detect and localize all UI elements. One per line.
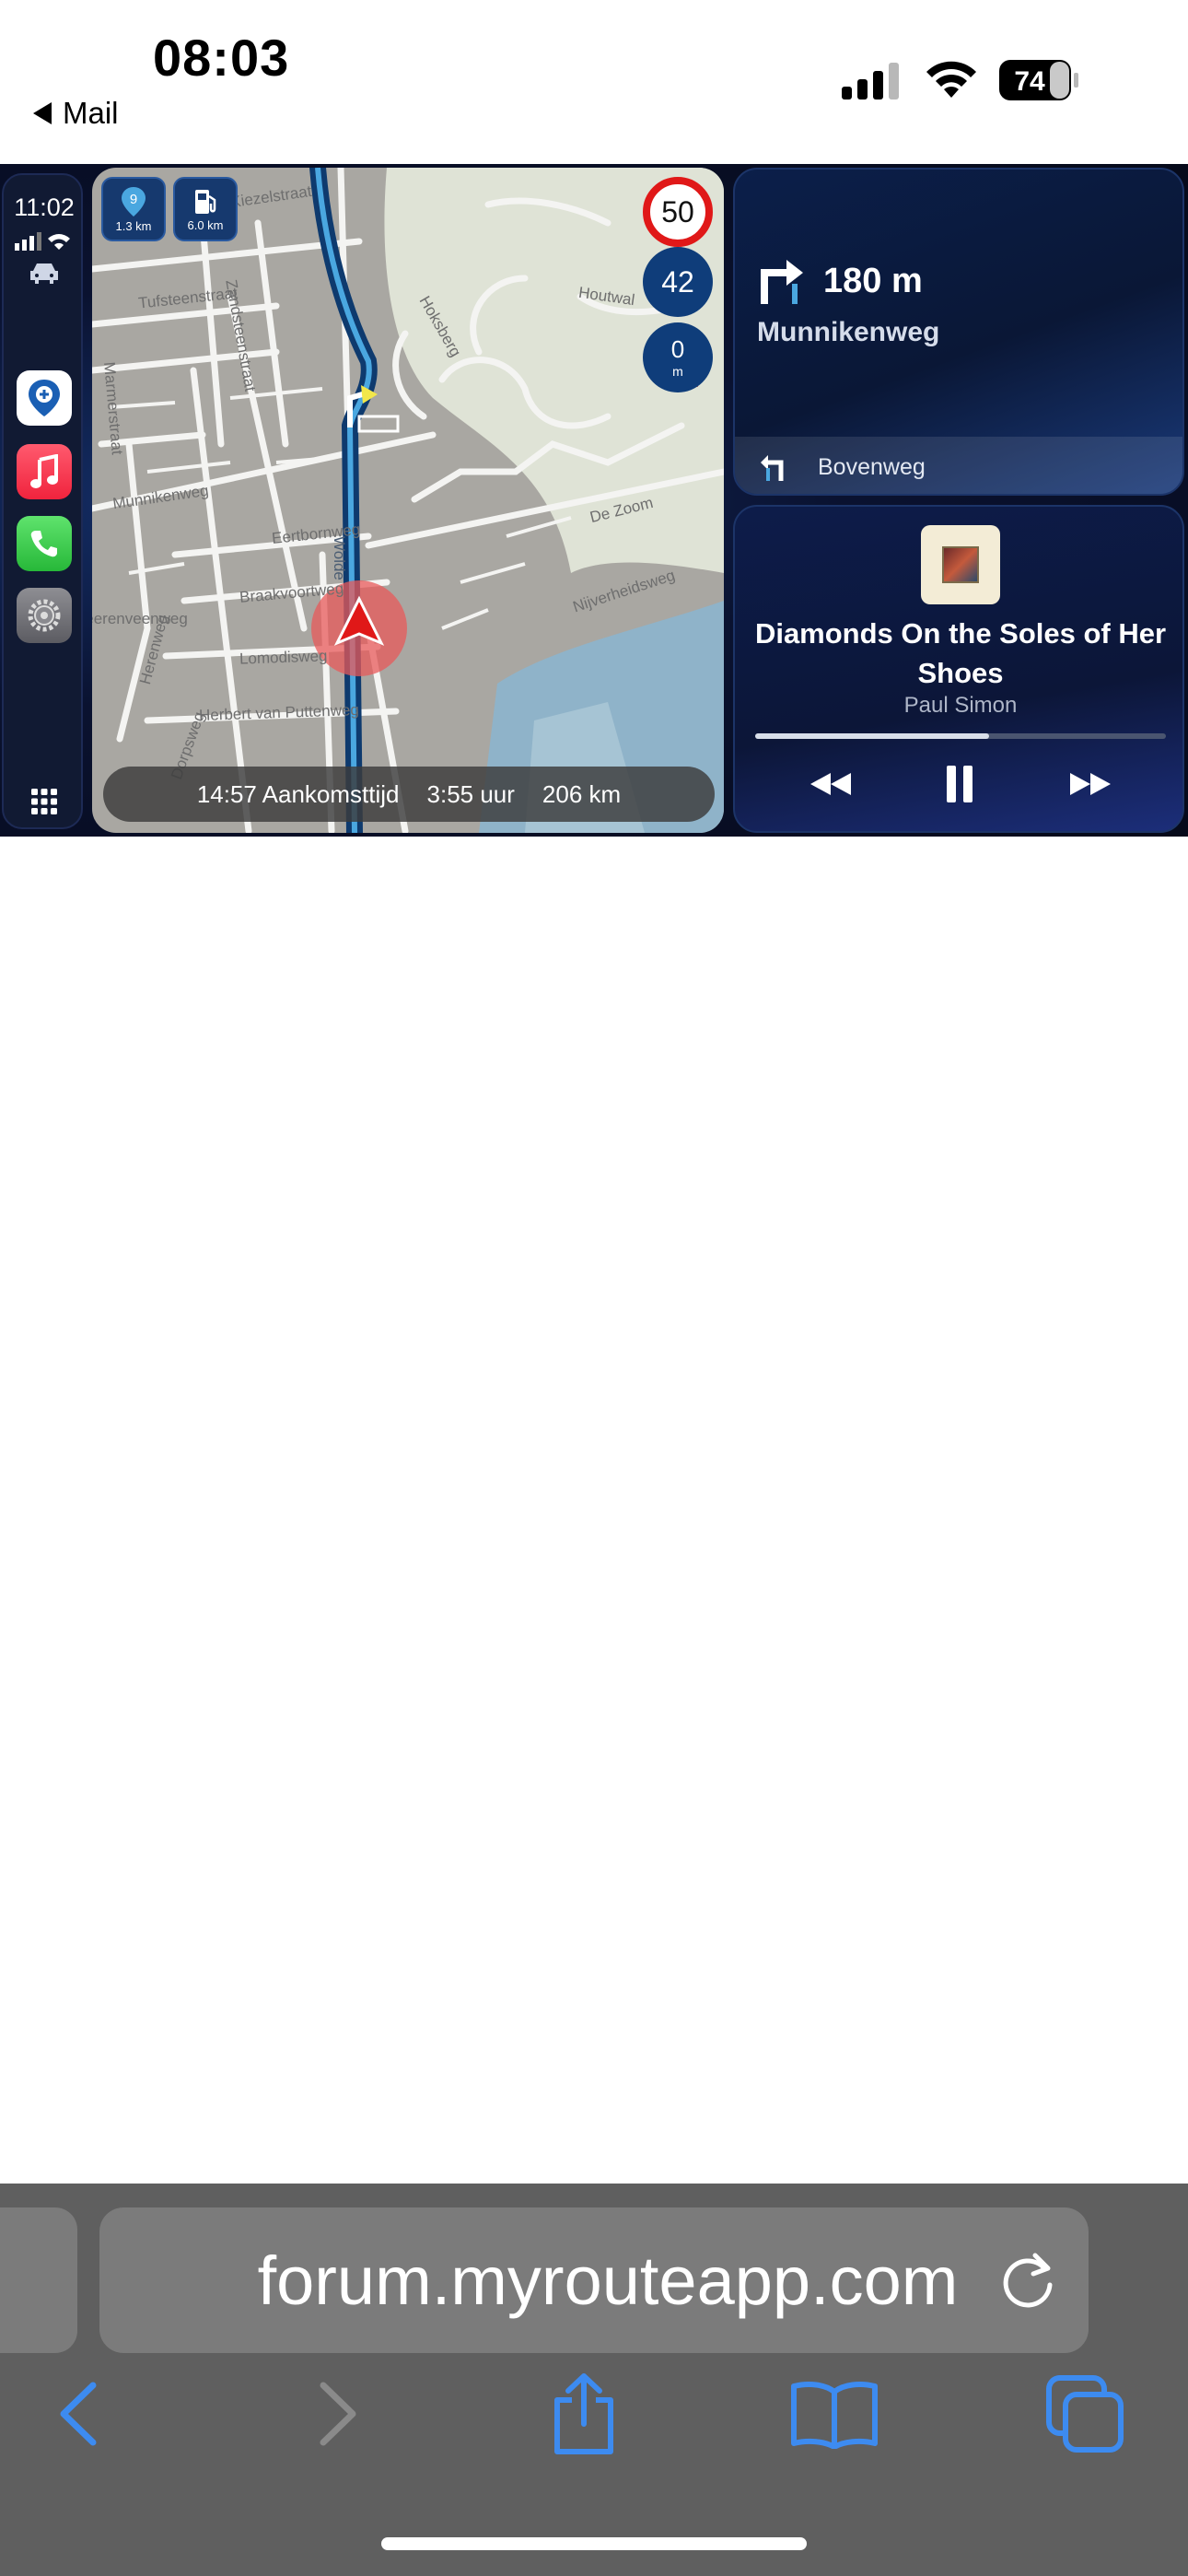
- turn-instruction-panel[interactable]: 180 m Munnikenweg Bovenweg: [733, 168, 1184, 496]
- street-label: Heerenveenweg: [92, 610, 188, 627]
- reload-icon[interactable]: [996, 2248, 1061, 2313]
- arrival-time: 14:57 Aankomsttijd: [196, 779, 400, 808]
- trip-distance: 206 km: [542, 779, 622, 808]
- home-indicator: [381, 2537, 807, 2550]
- trip-info-bar[interactable]: 14:57 Aankomsttijd 3:55 uur 206 km: [103, 767, 715, 822]
- turn-left-arrow-icon: [761, 455, 784, 481]
- share-icon: [554, 2373, 613, 2454]
- status-time: 08:03: [153, 29, 290, 87]
- pause-icon: [947, 766, 973, 802]
- open-book-icon: [791, 2382, 878, 2449]
- gear-icon: [28, 599, 61, 632]
- turn-street: Munnikenweg: [757, 317, 940, 347]
- waypoint-pin-icon: 9: [122, 186, 146, 217]
- maps-app-icon[interactable]: [17, 370, 72, 426]
- forward-button[interactable]: [291, 2368, 383, 2460]
- dock-signal-wifi-icon: [15, 232, 70, 251]
- back-to-mail-button[interactable]: Mail: [33, 96, 119, 131]
- battery-level: 74: [1014, 66, 1045, 97]
- carplay-dock: 11:02: [2, 173, 83, 829]
- next-street: Bovenweg: [818, 453, 926, 480]
- back-label: Mail: [63, 96, 119, 130]
- trip-duration: 3:55 uur: [426, 779, 515, 808]
- playback-progress-bar[interactable]: [755, 733, 1166, 739]
- distance-badge-value: 0: [670, 335, 685, 363]
- tabs-button[interactable]: [1039, 2368, 1131, 2460]
- turn-right-arrow-icon: [761, 260, 803, 304]
- pause-button[interactable]: [932, 761, 987, 807]
- dock-time: 11:02: [14, 193, 75, 221]
- status-bar: 08:03 Mail 74: [0, 0, 1188, 164]
- safari-toolbar: forum.myrouteapp.com: [0, 2184, 1188, 2576]
- music-note-icon: [30, 454, 58, 488]
- back-triangle-icon: [33, 102, 52, 124]
- song-artist: Paul Simon: [903, 693, 1018, 718]
- phone-handset-icon: [30, 531, 57, 557]
- car-icon: [30, 263, 58, 284]
- street-label: Lomodisweg: [239, 647, 328, 668]
- poi-waypoint-button[interactable]: 9 1.3 km: [101, 177, 166, 241]
- phone-app-icon[interactable]: [17, 516, 72, 571]
- rewind-icon: [810, 773, 851, 795]
- app-grid-icon[interactable]: [29, 787, 59, 816]
- next-maneuver: Bovenweg: [735, 437, 1182, 494]
- fast-forward-icon: [1070, 773, 1111, 795]
- navigation-map[interactable]: Kiezelstraat Tufsteenstraat Zandsteenstr…: [92, 168, 724, 833]
- fuel-pump-icon: [195, 189, 216, 214]
- wifi-icon: [926, 61, 976, 98]
- settings-app-icon[interactable]: [17, 588, 72, 643]
- street-label: Wolde: [331, 536, 348, 580]
- chevron-right-icon: [320, 2382, 356, 2446]
- music-app-icon[interactable]: [17, 444, 72, 499]
- chevron-left-icon: [60, 2382, 97, 2446]
- poi-fuel-button[interactable]: 6.0 km: [173, 177, 238, 241]
- tabs-icon: [1046, 2375, 1124, 2453]
- playback-progress-fill: [755, 733, 990, 739]
- rewind-button[interactable]: [803, 761, 858, 807]
- distance-badge: 0 m: [643, 322, 713, 392]
- address-bar[interactable]: forum.myrouteapp.com: [99, 2207, 1089, 2353]
- poi-distance: 1.3 km: [115, 218, 152, 233]
- map-pin-icon: [29, 380, 60, 416]
- battery-icon: 74: [999, 60, 1078, 100]
- song-title: Diamonds On the Soles of Her Shoes: [754, 617, 1167, 689]
- cellular-signal-icon: [842, 63, 899, 100]
- album-art-image: [942, 546, 979, 583]
- previous-tab-preview[interactable]: [0, 2207, 77, 2353]
- poi-distance: 6.0 km: [187, 217, 224, 232]
- current-speed-badge: 42: [643, 247, 713, 317]
- url-text: forum.myrouteapp.com: [257, 2242, 959, 2319]
- bookmarks-button[interactable]: [788, 2368, 880, 2460]
- turn-distance: 180 m: [823, 262, 923, 300]
- speed-limit-sign: 50: [643, 177, 713, 247]
- carplay-screen: 11:02 Kiezelstraat Tufsteenstraat Zandst…: [0, 164, 1188, 837]
- album-artwork: [921, 525, 1000, 604]
- fast-forward-button[interactable]: [1063, 761, 1118, 807]
- now-playing-panel[interactable]: Diamonds On the Soles of Her Shoes Paul …: [733, 505, 1184, 833]
- back-button[interactable]: [33, 2368, 125, 2460]
- distance-badge-unit: m: [672, 364, 683, 379]
- waypoint-number: 9: [130, 192, 137, 207]
- share-button[interactable]: [538, 2368, 630, 2460]
